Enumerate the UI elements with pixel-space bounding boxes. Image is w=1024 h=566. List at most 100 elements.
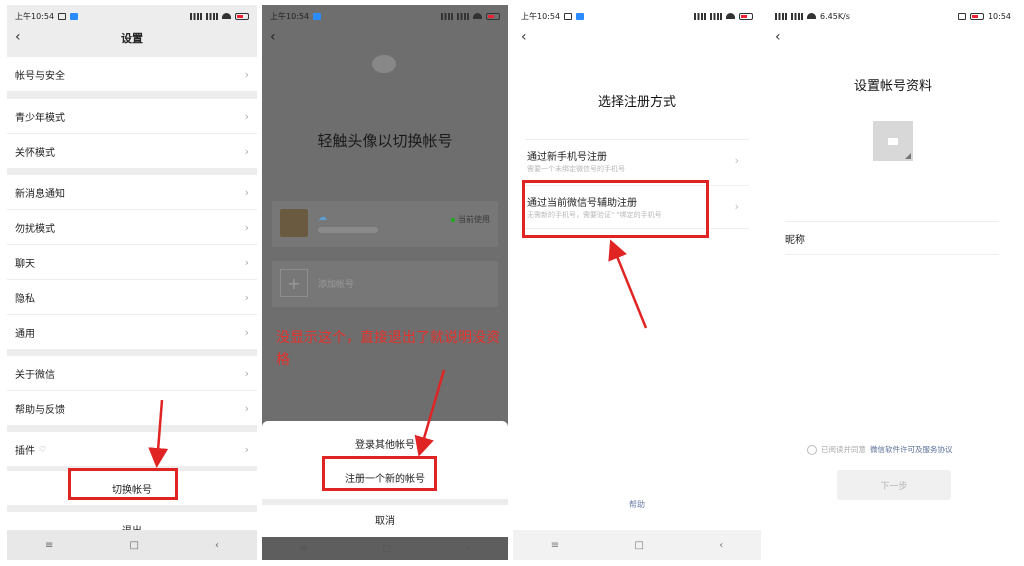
annotation-text: 没显示这个，直接退出了就说明没资格 [276,330,500,368]
system-nav-bar: ≡ □ ‹ [262,537,508,560]
notification-icon [576,12,585,20]
option-subtitle: 需要一个未绑定微信号的手机号 [527,165,625,173]
alarm-icon [564,12,573,20]
highlight-switch-account [68,468,178,500]
home-icon[interactable]: □ [129,540,138,551]
settings-item-teen-mode[interactable]: 青少年模式 › [7,99,257,133]
settings-item-general[interactable]: 通用 › [7,315,257,349]
settings-item-about[interactable]: 关于微信 › [7,356,257,390]
settings-item-help[interactable]: 帮助与反馈 › [7,391,257,425]
notification-icon [313,12,322,20]
wifi-icon [807,13,816,19]
signal-icon-2 [791,12,803,20]
battery-icon [486,12,500,20]
wifi-icon [222,13,231,19]
back-nav-icon[interactable]: ‹ [467,544,471,554]
settings-item-plugins[interactable]: 插件 ♡ › [7,432,257,466]
profile-setup-screen: 6.45K/s 10:54 ‹ 设置帐号资料 昵称 已阅读并同意 微信软件许可及… [767,5,1019,560]
avatar [280,209,308,237]
option-title: 通过新手机号注册 [527,152,607,163]
settings-item-label: 新消息通知 [15,188,65,200]
status-dot-icon [451,217,455,222]
battery-icon [235,12,249,20]
cloud-icon: ☁ [318,213,327,223]
settings-item-privacy[interactable]: 隐私 › [7,280,257,314]
add-account-card[interactable]: + 添加帐号 [272,261,498,307]
settings-item-notifications[interactable]: 新消息通知 › [7,175,257,209]
current-account-badge: 当前使用 [451,214,490,225]
chevron-right-icon: › [734,154,739,167]
register-method-screen: 上午10:54 ‹ 选择注册方式 通过新手机号注册 需要一个未绑定微信号的手机号… [513,5,761,560]
plugin-icon: ♡ [39,444,47,454]
nickname-label: 昵称 [785,234,805,246]
chevron-right-icon: › [244,220,249,234]
page-title: 设置帐号资料 [853,79,932,94]
tutorial-strip: 上午10:54 ‹ 设置 帐号与安全 › 青少年模式 › 关怀模式 › 新消息通知 › … [0,0,1024,566]
home-icon[interactable]: □ [383,544,392,554]
settings-item-account-security[interactable]: 帐号与安全 › [7,57,257,91]
back-icon[interactable]: ‹ [775,29,781,45]
settings-item-care-mode[interactable]: 关怀模式 › [7,134,257,168]
chevron-right-icon: › [244,144,249,158]
register-with-new-phone-option[interactable]: 通过新手机号注册 需要一个未绑定微信号的手机号 › [525,139,749,183]
corner-mark-icon [905,153,911,159]
highlight-assisted-register [522,180,709,238]
battery-icon [969,12,984,20]
chevron-right-icon: › [244,255,249,269]
menu-icon[interactable]: ≡ [300,544,308,554]
signal-icon [775,12,787,20]
alarm-icon [957,12,966,20]
system-nav-bar: ≡ □ ‹ [513,530,761,560]
menu-icon[interactable]: ≡ [45,540,53,551]
settings-item-label: 聊天 [15,258,35,270]
plus-icon: + [280,269,308,297]
settings-item-label: 勿扰模式 [15,223,55,235]
signal-icon [694,12,706,20]
page-heading: 轻触头像以切换帐号 [317,132,453,150]
settings-item-label: 隐私 [15,293,35,305]
battery-icon [739,12,753,20]
blurred-account-name [318,227,378,233]
back-nav-icon[interactable]: ‹ [215,540,219,551]
agree-checkbox[interactable] [807,444,817,455]
profile-photo-picker[interactable] [873,121,913,161]
next-button[interactable]: 下一步 [837,470,951,500]
status-time: 上午10:54 [521,11,561,21]
settings-item-label: 帮助与反馈 [15,404,65,416]
chevron-right-icon: › [244,290,249,304]
back-icon[interactable]: ‹ [521,29,527,45]
signal-icon-2 [710,12,722,20]
chevron-right-icon: › [244,442,249,456]
chevron-right-icon: › [244,185,249,199]
chevron-right-icon: › [244,366,249,380]
status-time: 上午10:54 [15,11,55,21]
chevron-right-icon: › [734,200,739,213]
settings-item-chat[interactable]: 聊天 › [7,245,257,279]
agreement-row: 已阅读并同意 微信软件许可及服务协议 [807,444,953,455]
signal-icon [190,12,202,20]
signal-icon-2 [206,12,218,20]
help-link[interactable]: 帮助 [513,499,761,510]
chevron-right-icon: › [244,401,249,415]
terms-link[interactable]: 微信软件许可及服务协议 [870,444,953,455]
highlight-register-new [322,456,437,491]
back-icon[interactable]: ‹ [270,29,276,45]
back-nav-icon[interactable]: ‹ [719,540,723,551]
chevron-right-icon: › [244,325,249,339]
wifi-icon [473,13,482,19]
settings-item-label: 青少年模式 [15,112,65,124]
home-icon[interactable]: □ [634,540,643,551]
login-other-account-button[interactable]: 登录其他帐号 [262,429,508,457]
menu-icon[interactable]: ≡ [551,540,559,551]
settings-item-do-not-disturb[interactable]: 勿扰模式 › [7,210,257,244]
current-account-card[interactable]: ☁ 当前使用 [272,201,498,247]
chevron-right-icon: › [244,109,249,123]
cancel-button[interactable]: 取消 [262,505,508,533]
signal-icon [441,12,453,20]
status-bar: 上午10:54 [513,5,761,27]
wechat-logo-icon [372,55,396,73]
nickname-field[interactable]: 昵称 [785,221,999,255]
current-account-badge-label: 当前使用 [458,215,490,224]
chevron-right-icon: › [244,67,249,81]
status-time: 上午10:54 [270,11,310,21]
